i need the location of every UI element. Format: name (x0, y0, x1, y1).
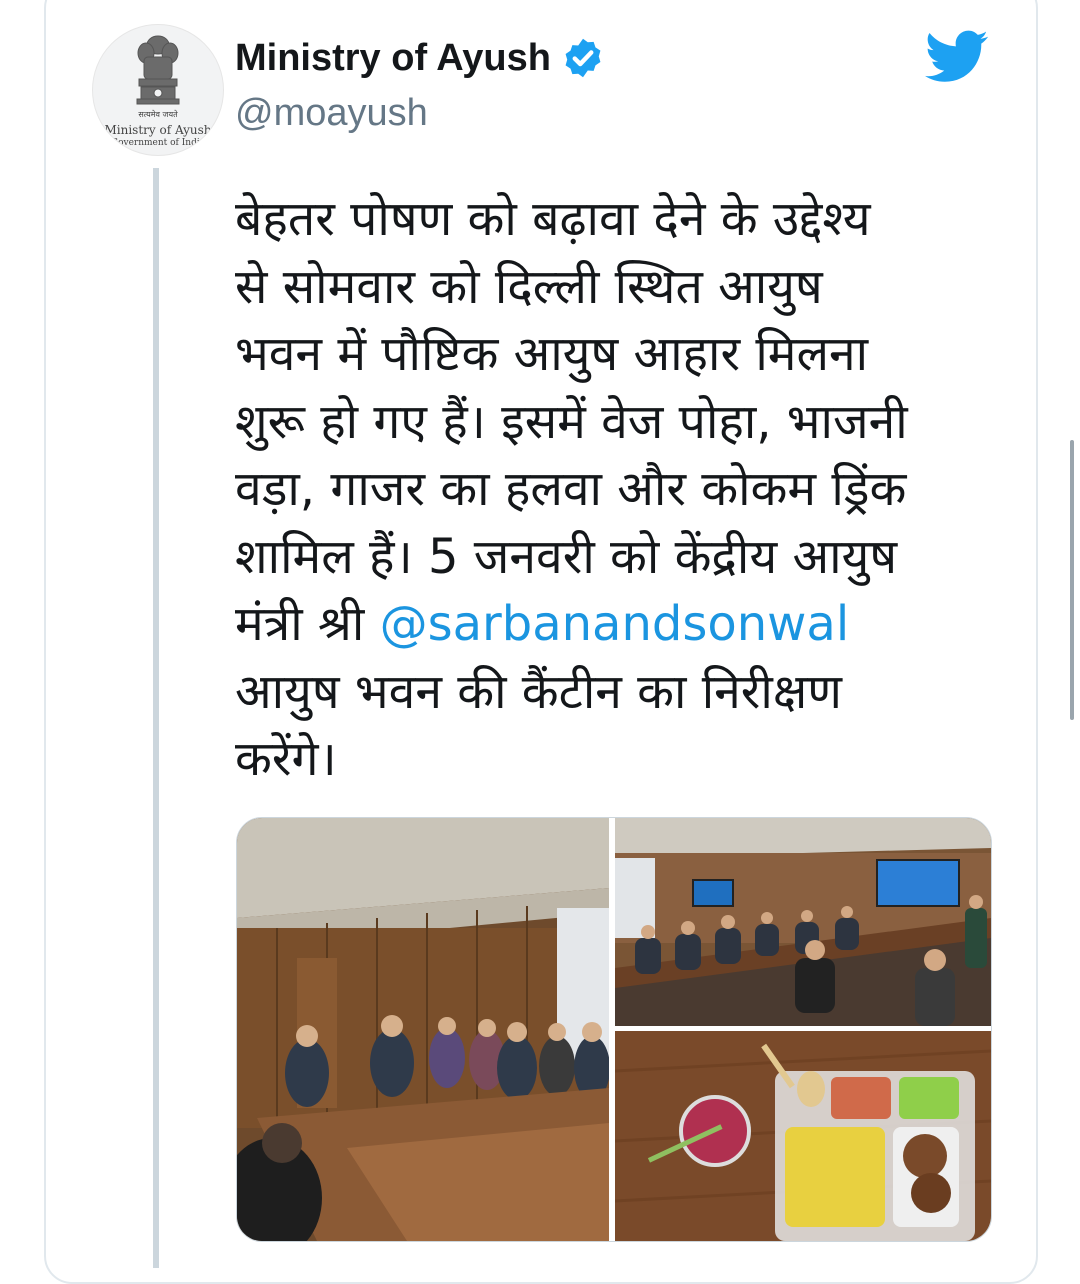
emblem-motto: सत्यमेव जयते (138, 110, 178, 119)
tweet-line: बेहतर पोषण को बढ़ावा देने के उद्देश्य (235, 191, 871, 247)
tweet-line: आयुष भवन की कैंटीन का निरीक्षण (235, 663, 842, 720)
tweet-line: शामिल हैं। 5 जनवरी को केंद्रीय आयुष (235, 528, 898, 585)
emblem-gov: Government of India (110, 138, 206, 148)
twitter-bird-icon[interactable] (925, 30, 989, 84)
tweet-line: करेंगे। (235, 731, 337, 787)
mention-link[interactable]: @sarbanandsonwal (380, 596, 850, 652)
tweet-line: से सोमवार को दिल्ली स्थित आयुष (235, 258, 823, 315)
tweet-line-prefix: मंत्री श्री (235, 596, 380, 652)
photo-food-tray[interactable] (615, 1031, 991, 1241)
author-name-row: Ministry of Ayush (235, 36, 605, 80)
verified-badge-icon (565, 38, 601, 78)
tweet-line-with-mention: मंत्री श्री @sarbanandsonwal (235, 591, 995, 659)
thread-line (153, 168, 159, 1268)
photo-conference-hall[interactable] (615, 818, 991, 1026)
handle[interactable]: @moayush (235, 92, 428, 135)
avatar[interactable]: सत्यमेव जयते Ministry of Ayush Governmen… (92, 24, 224, 156)
scrollbar-thumb[interactable] (1070, 440, 1074, 720)
tweet-line: वड़ा, गाजर का हलवा और कोकम ड्रिंक (235, 461, 907, 517)
tweet-line: शुरू हो गए हैं। इसमें वेज पोहा, भाजनी (235, 393, 908, 450)
display-name[interactable]: Ministry of Ayush (235, 37, 551, 80)
media-grid (236, 817, 992, 1242)
tweet-text: बेहतर पोषण को बढ़ावा देने के उद्देश्य से… (235, 186, 995, 794)
emblem-name: Ministry of Ayush (104, 123, 212, 137)
tweet-line: भवन में पौष्टिक आयुष आहार मिलना (235, 326, 869, 382)
photo-meeting-room[interactable] (237, 818, 609, 1241)
